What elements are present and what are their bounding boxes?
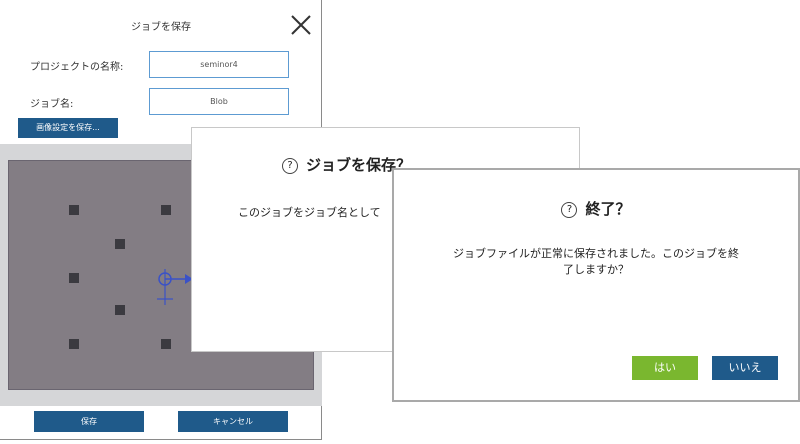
question-icon: ? bbox=[282, 158, 298, 174]
dialog-title: ジョブを保存 bbox=[131, 22, 191, 33]
blob-marker bbox=[161, 205, 171, 215]
exit-message-line: 了しますか？ bbox=[563, 263, 629, 276]
blob-marker bbox=[115, 305, 125, 315]
job-name-field[interactable]: Blob bbox=[149, 88, 289, 115]
close-icon[interactable] bbox=[290, 14, 312, 36]
exit-heading: ? 終了？ bbox=[394, 198, 798, 219]
yes-button[interactable]: はい bbox=[632, 356, 698, 380]
project-name-field[interactable]: seminor4 bbox=[149, 51, 289, 78]
blob-marker bbox=[69, 273, 79, 283]
save-button[interactable]: 保存 bbox=[34, 411, 144, 432]
exit-heading-text: 終了？ bbox=[585, 200, 631, 218]
blob-marker bbox=[69, 205, 79, 215]
project-name-label: プロジェクトの名称: bbox=[30, 62, 124, 73]
confirm-message: このジョブをジョブ名として bbox=[238, 206, 381, 219]
blob-marker bbox=[69, 339, 79, 349]
question-icon: ? bbox=[561, 202, 578, 218]
save-image-settings-button[interactable]: 画像設定を保存... bbox=[18, 118, 118, 138]
no-button[interactable]: いいえ bbox=[712, 356, 778, 380]
job-name-label: ジョブ名: bbox=[30, 99, 74, 110]
exit-message-line: ジョブファイルが正常に保存されました。このジョブを終 bbox=[453, 247, 739, 260]
blob-marker bbox=[115, 239, 125, 249]
cancel-button[interactable]: キャンセル bbox=[178, 411, 288, 432]
crosshair-icon bbox=[157, 269, 193, 305]
exit-message: ジョブファイルが正常に保存されました。このジョブを終 了しますか？ bbox=[394, 246, 798, 278]
blob-marker bbox=[161, 339, 171, 349]
exit-dialog: ? 終了？ ジョブファイルが正常に保存されました。このジョブを終 了しますか？ は… bbox=[392, 168, 800, 402]
